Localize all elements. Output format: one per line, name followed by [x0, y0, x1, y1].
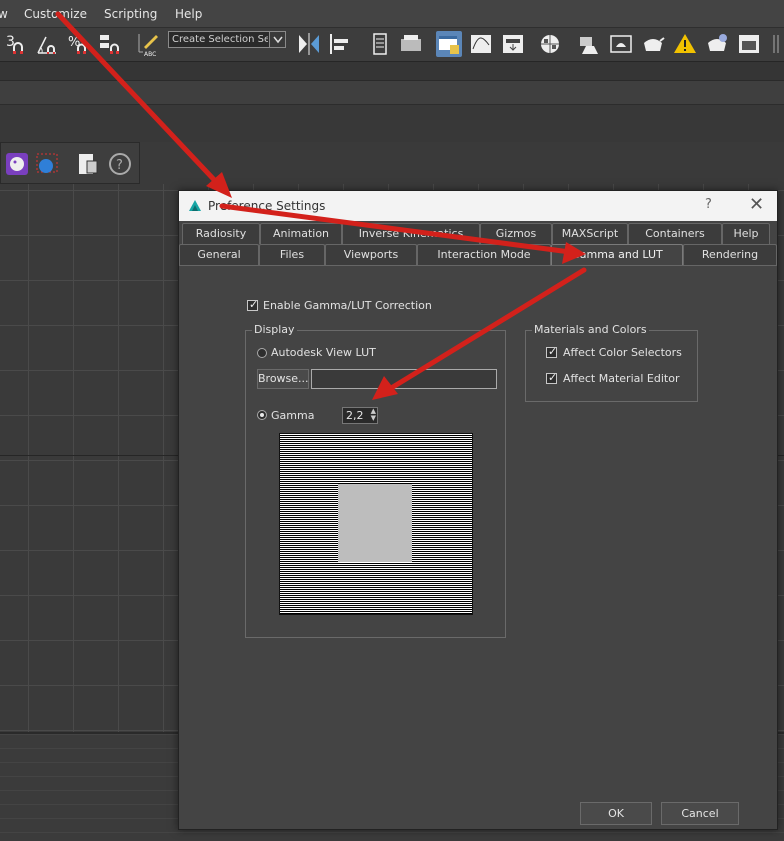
main-toolbar: 3 % ABC Create Selection Se [0, 28, 784, 62]
tab-viewports[interactable]: Viewports [325, 244, 417, 265]
tab-files[interactable]: Files [259, 244, 325, 265]
warning-icon[interactable] [672, 31, 698, 57]
scene-explorer-icon[interactable] [436, 31, 462, 57]
ribbon-panel-lower [0, 104, 784, 142]
angle-snap-icon[interactable] [34, 31, 60, 57]
gamma-radio[interactable] [257, 410, 267, 420]
tab-rendering[interactable]: Rendering [683, 244, 777, 265]
snap-3-icon[interactable]: 3 [4, 31, 30, 57]
material-editor-icon[interactable] [538, 31, 564, 57]
tab-help[interactable]: Help [722, 223, 770, 244]
help-circle-icon[interactable]: ? [107, 151, 133, 177]
sphere-select-icon[interactable] [35, 151, 61, 177]
tab-gizmos[interactable]: Gizmos [480, 223, 552, 244]
materials-colors-group: Materials and Colors Affect Color Select… [525, 323, 698, 402]
affect-material-editor-label: Affect Material Editor [563, 372, 680, 385]
clipboard-icon[interactable] [75, 151, 101, 177]
affect-material-editor-checkbox[interactable] [546, 371, 557, 384]
tab-animation[interactable]: Animation [260, 223, 342, 244]
render-setup-icon[interactable] [576, 31, 602, 57]
dialog-title: Preference Settings [208, 199, 326, 213]
render-cloud-icon[interactable] [704, 31, 730, 57]
mirror-icon[interactable] [296, 31, 322, 57]
ribbon-strip [0, 62, 784, 80]
rendered-frame-window-icon[interactable] [608, 31, 634, 57]
menu-scripting[interactable]: Scripting [104, 7, 157, 21]
cancel-button[interactable]: Cancel [661, 802, 739, 825]
tab-inverse-kinematics[interactable]: Inverse Kinematics [342, 223, 480, 244]
toggle-ribbon-icon[interactable] [398, 31, 424, 57]
help-button[interactable]: ? [705, 197, 712, 212]
svg-text:ABC: ABC [144, 51, 156, 57]
render-gallery-icon[interactable] [736, 31, 762, 57]
gamma-value: 2,2 [346, 409, 364, 422]
edit-named-sets-icon[interactable]: ABC [136, 31, 162, 58]
tab-maxscript[interactable]: MAXScript [552, 223, 628, 244]
tab-interaction-mode[interactable]: Interaction Mode [417, 244, 551, 265]
chevron-down-icon[interactable] [269, 32, 285, 47]
lut-path-field[interactable] [311, 369, 497, 389]
tab-divider [179, 265, 777, 266]
dialog-title-bar[interactable]: Preference Settings ? ✕ [179, 191, 777, 221]
command-toolbar: ? [0, 142, 140, 184]
align-icon[interactable] [328, 31, 354, 57]
lut-label: Autodesk View LUT [271, 346, 376, 359]
tab-gamma-and-lut[interactable]: Gamma and LUT [551, 244, 683, 265]
app-logo-icon [187, 198, 203, 214]
spinner-snap-icon[interactable] [98, 31, 124, 57]
gamma-spinner[interactable]: 2,2 ▲ ▼ [342, 407, 378, 424]
tab-containers[interactable]: Containers [628, 223, 722, 244]
display-group: Display Autodesk View LUT Browse... Gamm… [245, 323, 506, 638]
schematic-view-icon[interactable] [500, 31, 526, 57]
display-group-title: Display [252, 323, 297, 336]
gamma-test-pattern [279, 433, 473, 615]
materials-group-title: Materials and Colors [532, 323, 649, 336]
gamma-reference-square [338, 484, 412, 562]
ok-button[interactable]: OK [580, 802, 652, 825]
preference-settings-dialog: Preference Settings ? ✕ Radiosity Animat… [178, 190, 778, 830]
tab-general[interactable]: General [179, 244, 259, 265]
menu-help[interactable]: Help [175, 7, 202, 21]
svg-text:?: ? [116, 158, 123, 173]
menu-view[interactable]: w [0, 7, 8, 21]
enable-gamma-label: Enable Gamma/LUT Correction [263, 299, 432, 312]
menu-customize[interactable]: Customize [24, 7, 87, 21]
palette-icon[interactable] [5, 151, 31, 177]
lut-radio[interactable] [257, 348, 267, 358]
spinner-arrows-icon[interactable]: ▲ ▼ [371, 408, 376, 422]
render-production-icon[interactable] [640, 31, 666, 57]
tab-radiosity[interactable]: Radiosity [182, 223, 260, 244]
curve-editor-icon[interactable] [468, 31, 494, 57]
affect-color-selectors-checkbox[interactable] [546, 345, 557, 358]
enable-gamma-checkbox[interactable] [247, 298, 258, 311]
gamma-label: Gamma [271, 409, 315, 422]
close-button[interactable]: ✕ [749, 194, 764, 215]
toolbar-more-icon[interactable] [770, 31, 784, 57]
ribbon-panel [0, 80, 784, 104]
affect-color-selectors-label: Affect Color Selectors [563, 346, 682, 359]
menu-bar: w Customize Scripting Help [0, 0, 784, 28]
browse-button[interactable]: Browse... [257, 369, 309, 389]
selection-set-dropdown[interactable]: Create Selection Se [168, 31, 286, 48]
selection-set-text: Create Selection Se [172, 34, 268, 45]
percent-snap-icon[interactable]: % [66, 31, 92, 57]
layer-explorer-icon[interactable] [368, 31, 394, 57]
